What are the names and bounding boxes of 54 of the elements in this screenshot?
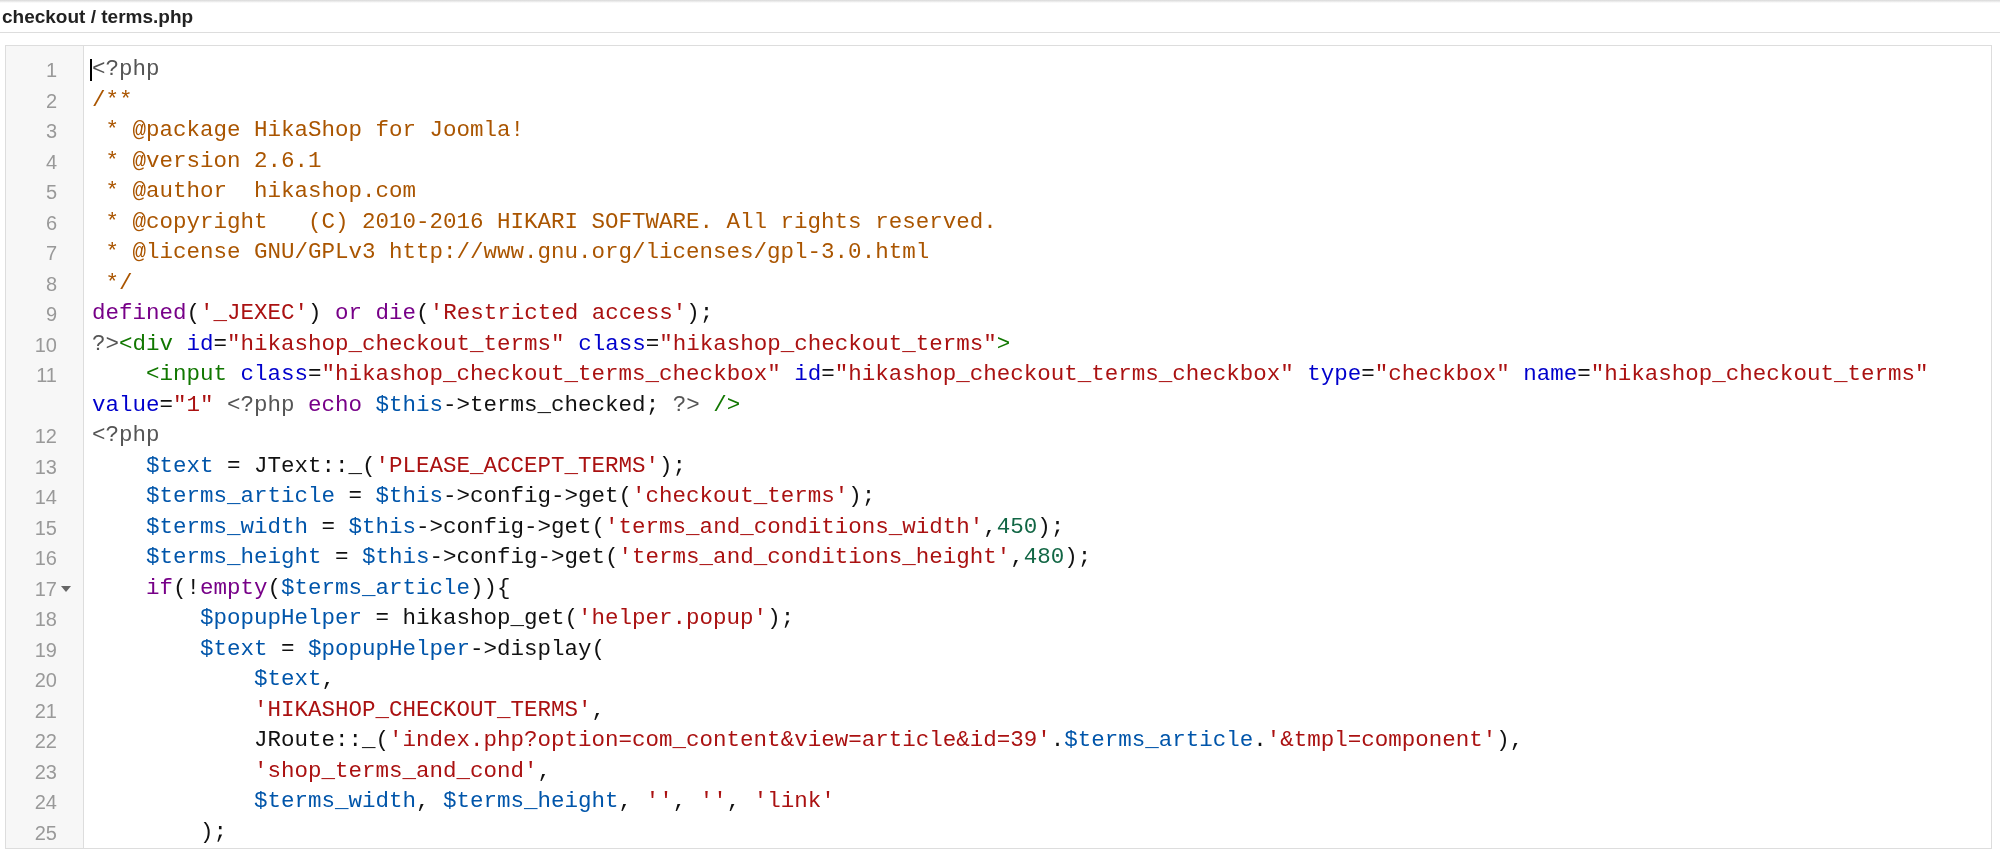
code-line: <input class="hikashop_checkout_terms_checkbox" id="hikashop_checkout_terms_checkbox" type="checkbox" name="hikashop_checkout_terms" bbox=[145, 360, 1929, 390]
line-number: 24 bbox=[34, 790, 57, 816]
line-number: 7 bbox=[45, 241, 57, 267]
code-line: <?php bbox=[92, 421, 160, 451]
line-number: 16 bbox=[34, 546, 57, 572]
line-number: 9 bbox=[45, 302, 57, 328]
code-line: if(!empty($terms_article)){ bbox=[145, 573, 511, 603]
code-line: $text, bbox=[253, 665, 336, 695]
line-number: 10 bbox=[34, 332, 57, 358]
code-line: ?><div id="hikashop_checkout_terms" class="hikashop_checkout_terms"> bbox=[92, 329, 1011, 359]
line-number: 6 bbox=[45, 210, 57, 236]
line-number: 23 bbox=[34, 759, 57, 785]
line-number: 20 bbox=[34, 668, 57, 694]
text-cursor bbox=[90, 59, 92, 82]
line-number: 12 bbox=[34, 424, 57, 450]
line-number: 14 bbox=[34, 485, 57, 511]
line-number: 5 bbox=[45, 180, 57, 206]
code-line: $terms_width = $this->config->get('terms_and_conditions_width',450); bbox=[145, 512, 1065, 542]
code-line: * @license GNU/GPLv3 http://www.gnu.org/licenses/gpl-3.0.html bbox=[104, 238, 930, 268]
line-number: 25 bbox=[34, 820, 57, 846]
line-number: 19 bbox=[34, 637, 57, 663]
code-line: * @author hikashop.com bbox=[104, 177, 417, 207]
line-number: 8 bbox=[45, 271, 57, 297]
code-line: $text = JText::_('PLEASE_ACCEPT_TERMS'); bbox=[145, 451, 687, 481]
line-number: 2 bbox=[45, 88, 57, 114]
line-number: 15 bbox=[34, 515, 57, 541]
code-line: JRoute::_('index.php?option=com_content&view=article&id=39'.$terms_article.'&tmpl=component'), bbox=[253, 726, 1524, 756]
code-line: /** bbox=[92, 85, 133, 115]
line-number: 18 bbox=[34, 607, 57, 633]
code-line: $text = $popupHelper->display( bbox=[199, 634, 606, 664]
code-line: 'HIKASHOP_CHECKOUT_TERMS', bbox=[253, 695, 606, 725]
line-number: 4 bbox=[45, 149, 57, 175]
code-line: <?php bbox=[92, 55, 160, 85]
code-line: * @package HikaShop for Joomla! bbox=[104, 116, 525, 146]
code-line: $terms_height = $this->config->get('terms_and_conditions_height',480); bbox=[145, 543, 1092, 573]
fold-caret-icon[interactable] bbox=[61, 585, 71, 592]
code-line: defined('_JEXEC') or die('Restricted access'); bbox=[92, 299, 714, 329]
code-line: $popupHelper = hikashop_get('helper.popup'); bbox=[199, 604, 795, 634]
line-number: 3 bbox=[45, 119, 57, 145]
code-line: $terms_article = $this->config->get('checkout_terms'); bbox=[145, 482, 876, 512]
code-line: value="1" <?php echo $this->terms_checked; ?> /> bbox=[92, 390, 741, 420]
line-number: 21 bbox=[34, 698, 57, 724]
code-line: * @copyright (C) 2010-2016 HIKARI SOFTWARE. All rights reserved. bbox=[104, 207, 997, 237]
line-number: 11 bbox=[36, 363, 57, 389]
code-line: 'shop_terms_and_cond', bbox=[253, 756, 552, 786]
line-number: 1 bbox=[45, 58, 57, 84]
file-path-title: checkout / terms.php bbox=[2, 5, 194, 29]
code-line: * @version 2.6.1 bbox=[104, 146, 322, 176]
line-number: 13 bbox=[34, 454, 57, 480]
code-line: */ bbox=[104, 268, 133, 298]
code-line: ); bbox=[199, 817, 228, 847]
line-number: 22 bbox=[34, 729, 57, 755]
line-number: 17 bbox=[34, 576, 57, 602]
code-line: $terms_width, $terms_height, '', '', 'link' bbox=[253, 787, 835, 817]
